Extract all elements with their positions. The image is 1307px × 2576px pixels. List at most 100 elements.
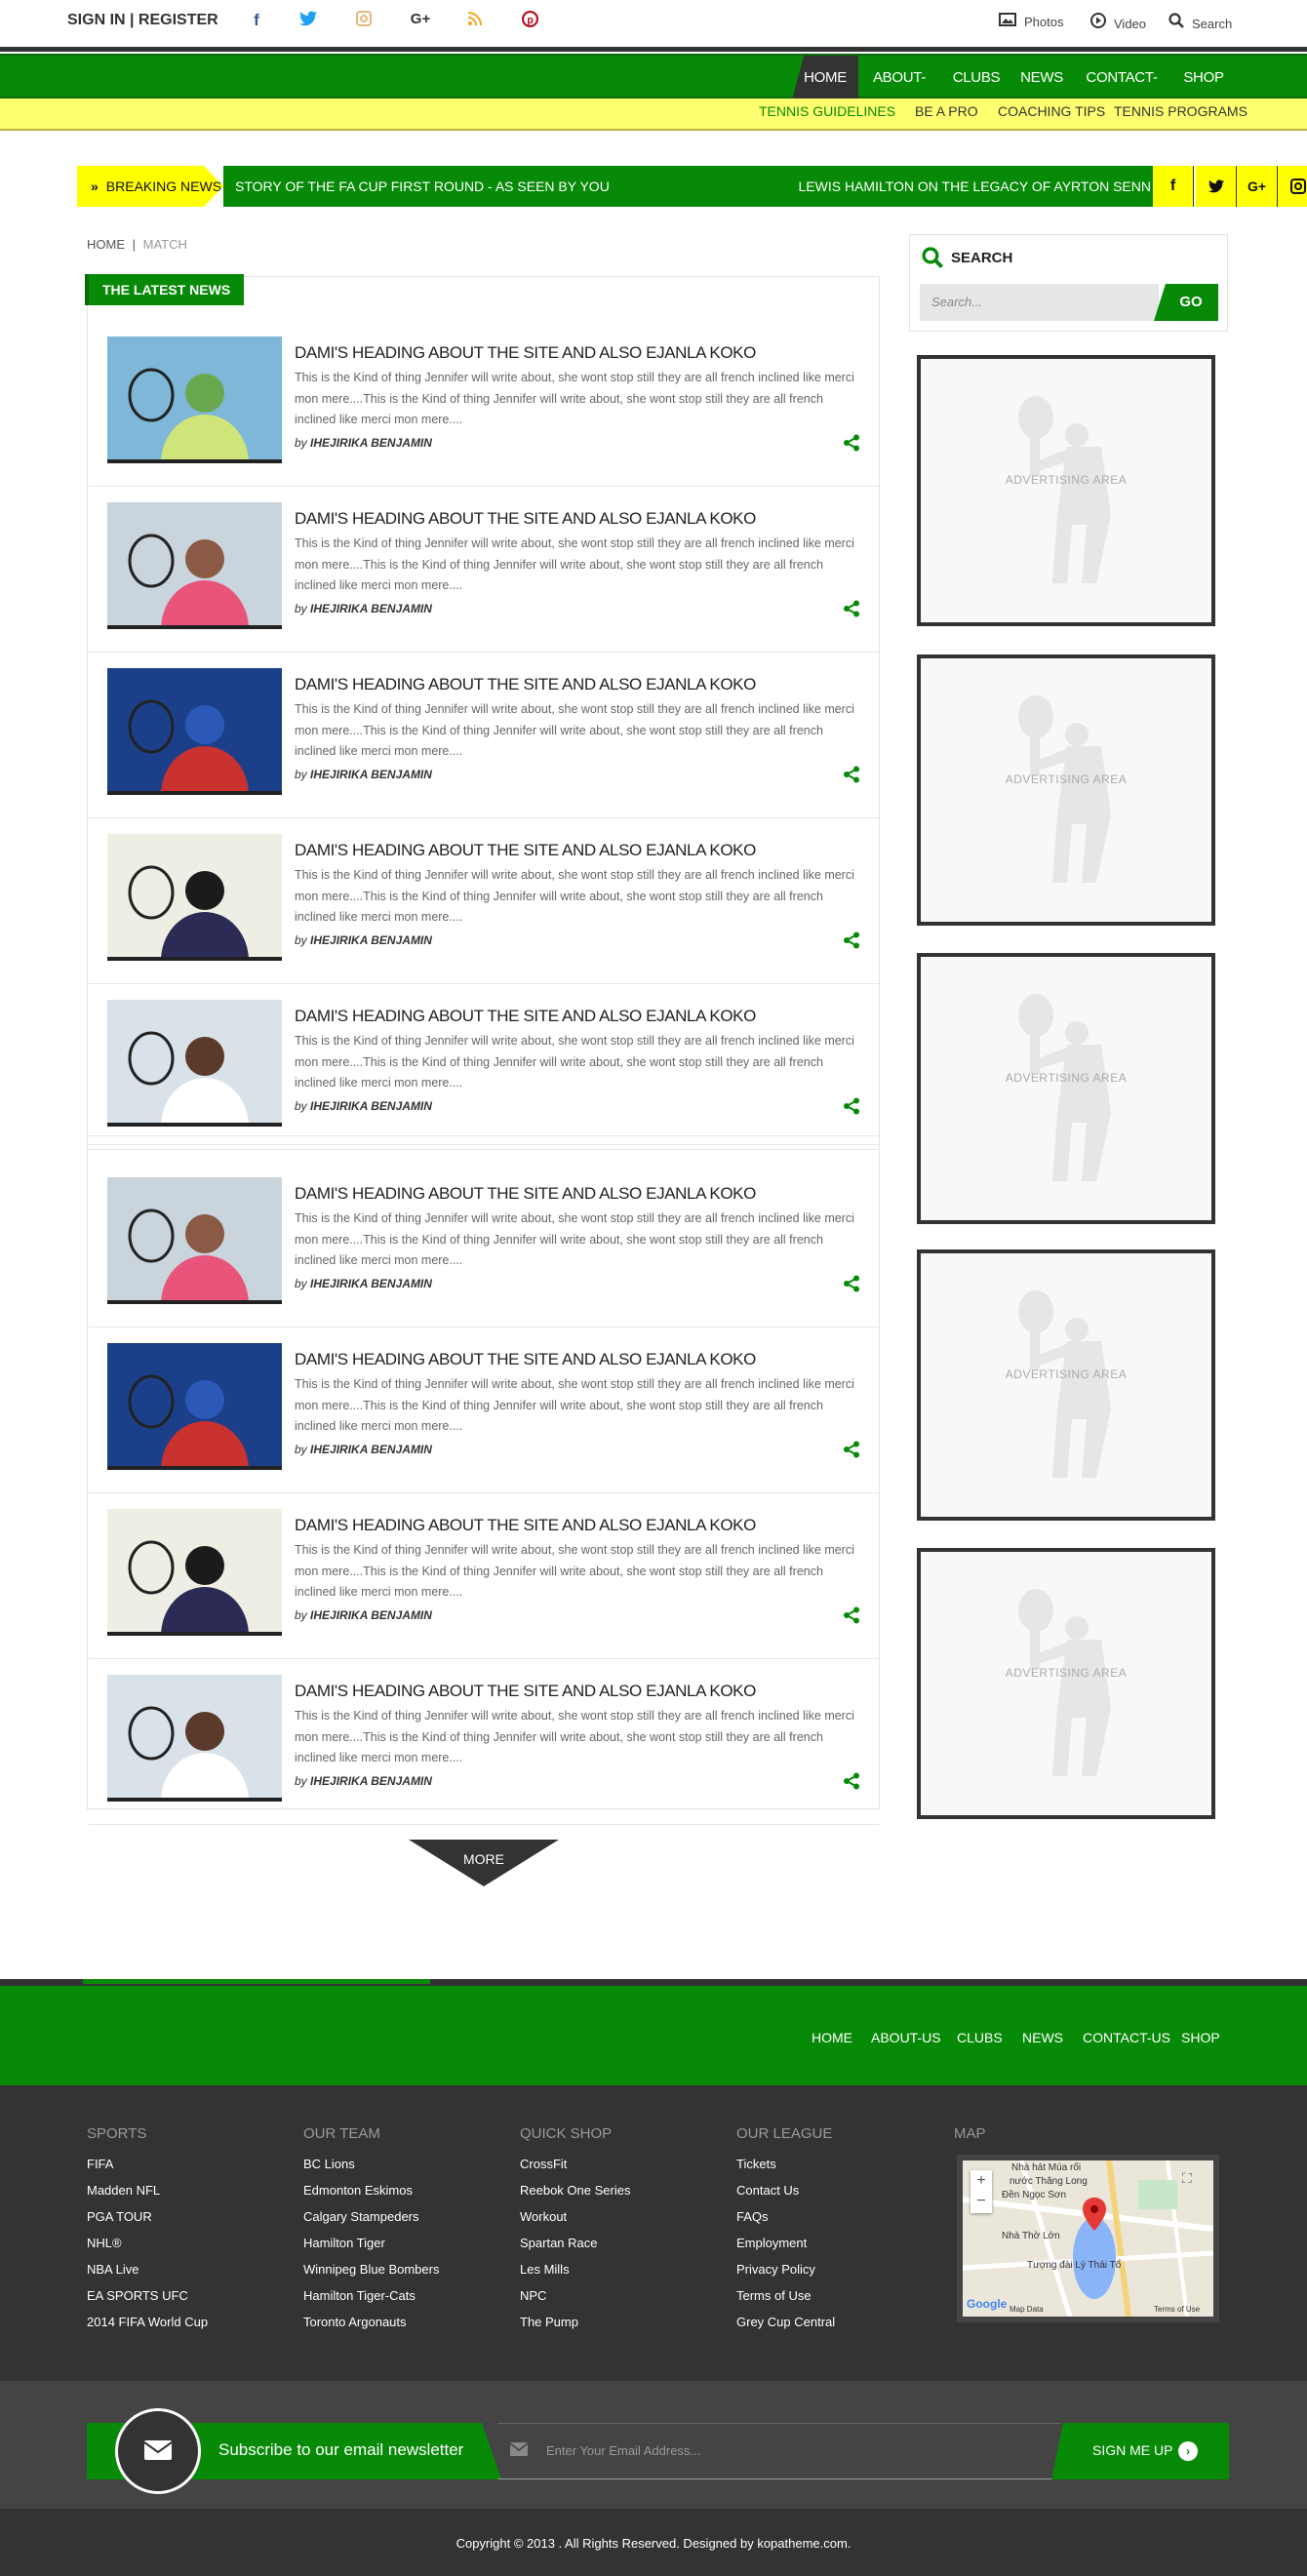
share-icon[interactable] xyxy=(843,600,860,617)
share-icon[interactable] xyxy=(843,931,860,949)
footer-link[interactable]: Edmonton Eskimos xyxy=(303,2183,413,2198)
article-title[interactable]: DAMI'S HEADING ABOUT THE SITE AND ALSO E… xyxy=(295,509,756,529)
footer-link[interactable]: Grey Cup Central xyxy=(736,2315,835,2329)
breaking-item-1[interactable]: STORY OF THE FA CUP FIRST ROUND - AS SEE… xyxy=(235,166,610,207)
footer-link[interactable]: Terms of Use xyxy=(736,2288,812,2303)
nav-about-us[interactable]: ABOUT-US xyxy=(866,56,932,131)
footer-link[interactable]: Privacy Policy xyxy=(736,2262,815,2277)
article-thumbnail[interactable] xyxy=(107,1177,282,1304)
search-link[interactable]: Search xyxy=(1168,13,1232,31)
advertising-area[interactable]: ADVERTISING AREA xyxy=(917,953,1215,1224)
fullscreen-icon[interactable]: ⛶ xyxy=(1182,2170,1192,2187)
search-go-button[interactable]: GO xyxy=(1154,284,1218,321)
subnav-coaching-tips[interactable]: COACHING TIPS xyxy=(998,99,1105,129)
instagram-icon[interactable] xyxy=(353,11,375,31)
article-item[interactable]: DAMI'S HEADING ABOUT THE SITE AND ALSO E… xyxy=(89,1659,880,1825)
article-item[interactable]: DAMI'S HEADING ABOUT THE SITE AND ALSO E… xyxy=(89,984,880,1150)
footer-link[interactable]: Winnipeg Blue Bombers xyxy=(303,2262,439,2277)
article-title[interactable]: DAMI'S HEADING ABOUT THE SITE AND ALSO E… xyxy=(295,1184,756,1204)
subnav-tennis-guidelines[interactable]: TENNIS GUIDELINES xyxy=(759,99,895,129)
nav-contact-us[interactable]: CONTACT-US xyxy=(1081,56,1163,131)
more-button[interactable]: MORE xyxy=(409,1840,559,1886)
article-title[interactable]: DAMI'S HEADING ABOUT THE SITE AND ALSO E… xyxy=(295,1350,756,1369)
footer-nav-news[interactable]: NEWS xyxy=(1022,2030,1063,2045)
footer-nav-shop[interactable]: SHOP xyxy=(1181,2030,1220,2045)
subnav-tennis-programs[interactable]: TENNIS PROGRAMS xyxy=(1114,99,1248,129)
breaking-twitter-icon[interactable] xyxy=(1196,166,1237,207)
map-widget[interactable]: + − Nhà hát Múa rối nước Thăng Long Đền … xyxy=(957,2155,1219,2322)
footer-link[interactable]: FAQs xyxy=(736,2209,769,2224)
subnav-be-a-pro[interactable]: BE A PRO xyxy=(915,99,978,129)
advertising-area[interactable]: ADVERTISING AREA xyxy=(917,355,1215,626)
facebook-icon[interactable]: f xyxy=(246,11,267,30)
footer-link[interactable]: Calgary Stampeders xyxy=(303,2209,419,2224)
article-item[interactable]: DAMI'S HEADING ABOUT THE SITE AND ALSO E… xyxy=(89,1162,880,1328)
breaking-item-2[interactable]: LEWIS HAMILTON ON THE LEGACY OF AYRTON S… xyxy=(799,166,1152,207)
advertising-area[interactable]: ADVERTISING AREA xyxy=(917,654,1215,926)
footer-link[interactable]: Reebok One Series xyxy=(520,2183,630,2198)
map-zoom-in[interactable]: + xyxy=(970,2170,992,2192)
footer-link[interactable]: Hamilton Tiger-Cats xyxy=(303,2288,416,2303)
share-icon[interactable] xyxy=(843,1097,860,1115)
footer-link[interactable]: Tickets xyxy=(736,2157,776,2171)
article-title[interactable]: DAMI'S HEADING ABOUT THE SITE AND ALSO E… xyxy=(295,343,756,363)
footer-nav-about-us[interactable]: ABOUT-US xyxy=(871,2030,941,2045)
footer-link[interactable]: Workout xyxy=(520,2209,567,2224)
advertising-area[interactable]: ADVERTISING AREA xyxy=(917,1548,1215,1819)
article-item[interactable]: DAMI'S HEADING ABOUT THE SITE AND ALSO E… xyxy=(89,1328,880,1493)
footer-nav-clubs[interactable]: CLUBS xyxy=(957,2030,1003,2045)
share-icon[interactable] xyxy=(843,1441,860,1458)
footer-link[interactable]: FIFA xyxy=(87,2157,113,2171)
map-terms-link[interactable]: Terms of Use xyxy=(1154,2305,1200,2314)
twitter-icon[interactable] xyxy=(297,11,319,31)
article-thumbnail[interactable] xyxy=(107,668,282,795)
photos-link[interactable]: Photos xyxy=(999,13,1063,29)
breadcrumb-home[interactable]: HOME xyxy=(87,237,125,252)
footer-link[interactable]: PGA TOUR xyxy=(87,2209,152,2224)
footer-link[interactable]: NHL® xyxy=(87,2236,122,2250)
breaking-google-plus-icon[interactable]: G+ xyxy=(1237,166,1278,207)
footer-link[interactable]: The Pump xyxy=(520,2315,578,2329)
article-title[interactable]: DAMI'S HEADING ABOUT THE SITE AND ALSO E… xyxy=(295,675,756,694)
article-title[interactable]: DAMI'S HEADING ABOUT THE SITE AND ALSO E… xyxy=(295,1516,756,1535)
map-zoom-out[interactable]: − xyxy=(970,2192,992,2213)
article-thumbnail[interactable] xyxy=(107,502,282,629)
pinterest-icon[interactable]: p xyxy=(519,11,540,32)
article-thumbnail[interactable] xyxy=(107,1343,282,1470)
footer-link[interactable]: Les Mills xyxy=(520,2262,570,2277)
google-plus-icon[interactable]: G+ xyxy=(410,11,431,27)
video-link[interactable]: Video xyxy=(1090,13,1146,31)
article-title[interactable]: DAMI'S HEADING ABOUT THE SITE AND ALSO E… xyxy=(295,1682,756,1701)
article-title[interactable]: DAMI'S HEADING ABOUT THE SITE AND ALSO E… xyxy=(295,841,756,860)
article-item[interactable]: DAMI'S HEADING ABOUT THE SITE AND ALSO E… xyxy=(89,321,880,487)
share-icon[interactable] xyxy=(843,1275,860,1292)
footer-link[interactable]: EA SPORTS UFC xyxy=(87,2288,188,2303)
article-thumbnail[interactable] xyxy=(107,1000,282,1127)
share-icon[interactable] xyxy=(843,434,860,452)
footer-link[interactable]: Spartan Race xyxy=(520,2236,598,2250)
share-icon[interactable] xyxy=(843,766,860,783)
article-thumbnail[interactable] xyxy=(107,1509,282,1636)
breaking-instagram-icon[interactable] xyxy=(1278,166,1307,207)
footer-link[interactable]: NBA Live xyxy=(87,2262,139,2277)
footer-link[interactable]: Hamilton Tiger xyxy=(303,2236,385,2250)
footer-link[interactable]: CrossFit xyxy=(520,2157,567,2171)
article-title[interactable]: DAMI'S HEADING ABOUT THE SITE AND ALSO E… xyxy=(295,1007,756,1026)
nav-shop[interactable]: SHOP xyxy=(1174,56,1233,100)
article-item[interactable]: DAMI'S HEADING ABOUT THE SITE AND ALSO E… xyxy=(89,1493,880,1659)
article-thumbnail[interactable] xyxy=(107,337,282,463)
nav-clubs[interactable]: CLUBS xyxy=(944,56,1009,100)
footer-link[interactable]: NPC xyxy=(520,2288,546,2303)
article-thumbnail[interactable] xyxy=(107,834,282,961)
footer-link[interactable]: Employment xyxy=(736,2236,807,2250)
rss-icon[interactable] xyxy=(464,11,486,31)
footer-link[interactable]: Contact Us xyxy=(736,2183,799,2198)
article-item[interactable]: DAMI'S HEADING ABOUT THE SITE AND ALSO E… xyxy=(89,818,880,984)
breaking-facebook-icon[interactable]: f xyxy=(1153,166,1194,207)
article-thumbnail[interactable] xyxy=(107,1675,282,1802)
share-icon[interactable] xyxy=(843,1606,860,1624)
article-item[interactable]: DAMI'S HEADING ABOUT THE SITE AND ALSO E… xyxy=(89,487,880,653)
search-input[interactable]: Search... xyxy=(920,284,1159,321)
footer-link[interactable]: Toronto Argonauts xyxy=(303,2315,407,2329)
footer-link[interactable]: BC Lions xyxy=(303,2157,355,2171)
